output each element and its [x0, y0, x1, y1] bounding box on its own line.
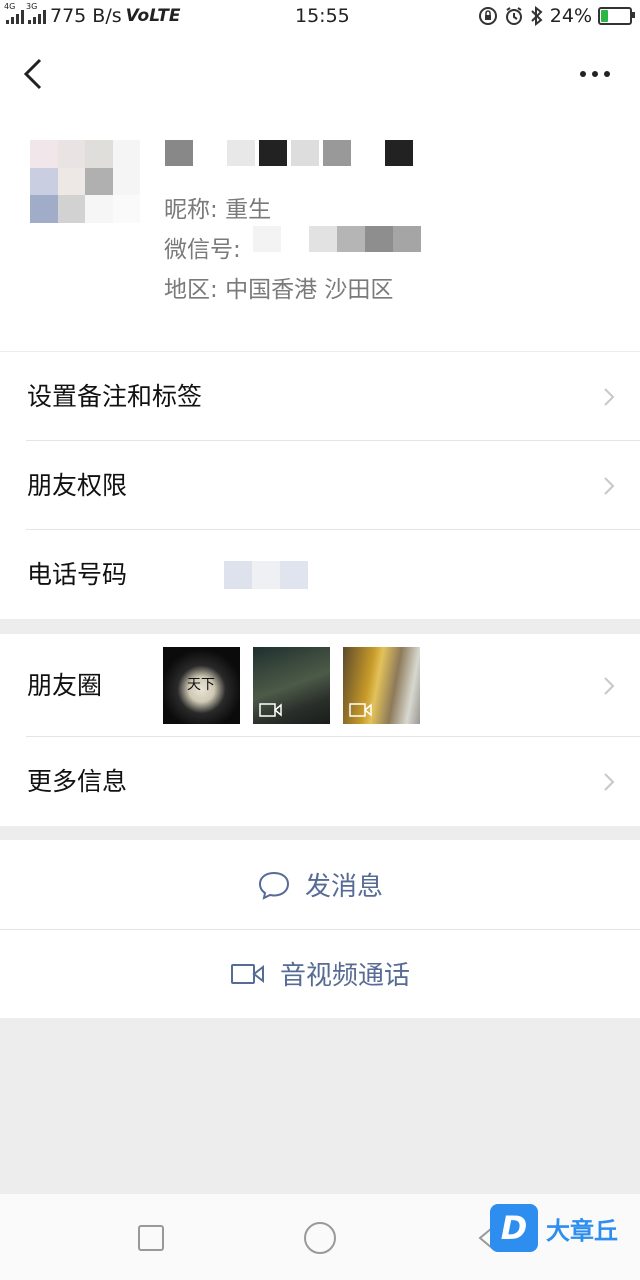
video-call-label: 音视频通话: [279, 961, 410, 991]
phone-number-row[interactable]: 电话号码: [0, 530, 640, 619]
moments-row[interactable]: 朋友圈 天下: [0, 634, 640, 737]
chevron-right-icon: [604, 677, 615, 695]
video-icon: [259, 703, 282, 717]
volte-indicator: VoLTE: [125, 6, 181, 26]
nickname-line: 昵称: 重生: [164, 190, 271, 224]
phone-number-label: 电话号码: [27, 560, 128, 589]
send-message-label: 发消息: [304, 872, 383, 902]
region-value: 中国香港 沙田区: [225, 277, 394, 303]
status-bar: 4G 3G 775 B/s VoLTE 15:55 24%: [0, 0, 640, 34]
watermark-text: 大章丘: [546, 1216, 618, 1245]
wechat-id-redacted: [253, 226, 421, 252]
moments-thumbnail-3[interactable]: [343, 647, 420, 724]
moments-thumbnail-2[interactable]: [253, 647, 330, 724]
moments-thumbnail-1[interactable]: 天下: [163, 647, 240, 724]
thumbnail-caption: 天下: [187, 677, 215, 693]
nickname-label: 昵称:: [164, 197, 218, 223]
avatar[interactable]: [30, 140, 140, 250]
video-icon: [349, 703, 372, 717]
chevron-right-icon: [604, 388, 615, 406]
profile-card: 昵称: 重生 微信号: 地区: 中国香港 沙田区: [0, 114, 640, 351]
recent-apps-icon[interactable]: [137, 1224, 165, 1252]
lantern-image: 天下: [187, 677, 215, 693]
chevron-right-icon: [604, 477, 615, 495]
set-remark-tags-row[interactable]: 设置备注和标签: [0, 352, 640, 441]
watermark: D 大章丘: [490, 1204, 618, 1252]
bluetooth-icon: [531, 6, 543, 26]
home-icon[interactable]: [302, 1220, 338, 1256]
region-line: 地区: 中国香港 沙田区: [164, 270, 393, 304]
send-message-button[interactable]: 发消息: [0, 840, 640, 929]
more-options-icon[interactable]: [575, 64, 615, 84]
rotation-lock-icon: [478, 7, 497, 25]
wechat-id-label: 微信号:: [164, 237, 241, 263]
more-info-row[interactable]: 更多信息: [0, 737, 640, 826]
clock: 15:55: [295, 5, 350, 27]
video-camera-icon: [230, 963, 264, 984]
phone-number-redacted: [224, 561, 308, 589]
back-arrow-icon[interactable]: [20, 54, 50, 94]
signal-icon: 4G: [4, 2, 24, 24]
battery-percent: 24%: [549, 5, 592, 27]
watermark-logo: D: [490, 1204, 538, 1252]
moments-label: 朋友圈: [27, 671, 103, 700]
signal-icon-2: 3G: [26, 2, 46, 24]
display-name-redacted: [165, 140, 413, 166]
chat-bubble-icon: [258, 871, 289, 900]
chevron-right-icon: [604, 773, 615, 791]
wechat-id-line: 微信号:: [164, 230, 241, 264]
battery-icon: [598, 7, 635, 25]
moments-group: 朋友圈 天下 更多信息: [0, 634, 640, 826]
settings-group: 设置备注和标签 朋友权限 电话号码: [0, 352, 640, 619]
alarm-icon: [505, 7, 522, 25]
system-navigation-bar: D 大章丘: [0, 1194, 640, 1280]
video-call-button[interactable]: 音视频通话: [0, 929, 640, 1018]
set-remark-tags-label: 设置备注和标签: [27, 382, 203, 411]
more-info-label: 更多信息: [27, 767, 128, 796]
network-speed: 775 B/s: [50, 5, 122, 27]
nickname-value: 重生: [225, 197, 272, 223]
region-label: 地区:: [164, 277, 218, 303]
actions-group: 发消息 音视频通话: [0, 840, 640, 1018]
friend-permissions-label: 朋友权限: [27, 471, 128, 500]
top-navigation: [0, 34, 640, 114]
friend-permissions-row[interactable]: 朋友权限: [0, 441, 640, 530]
